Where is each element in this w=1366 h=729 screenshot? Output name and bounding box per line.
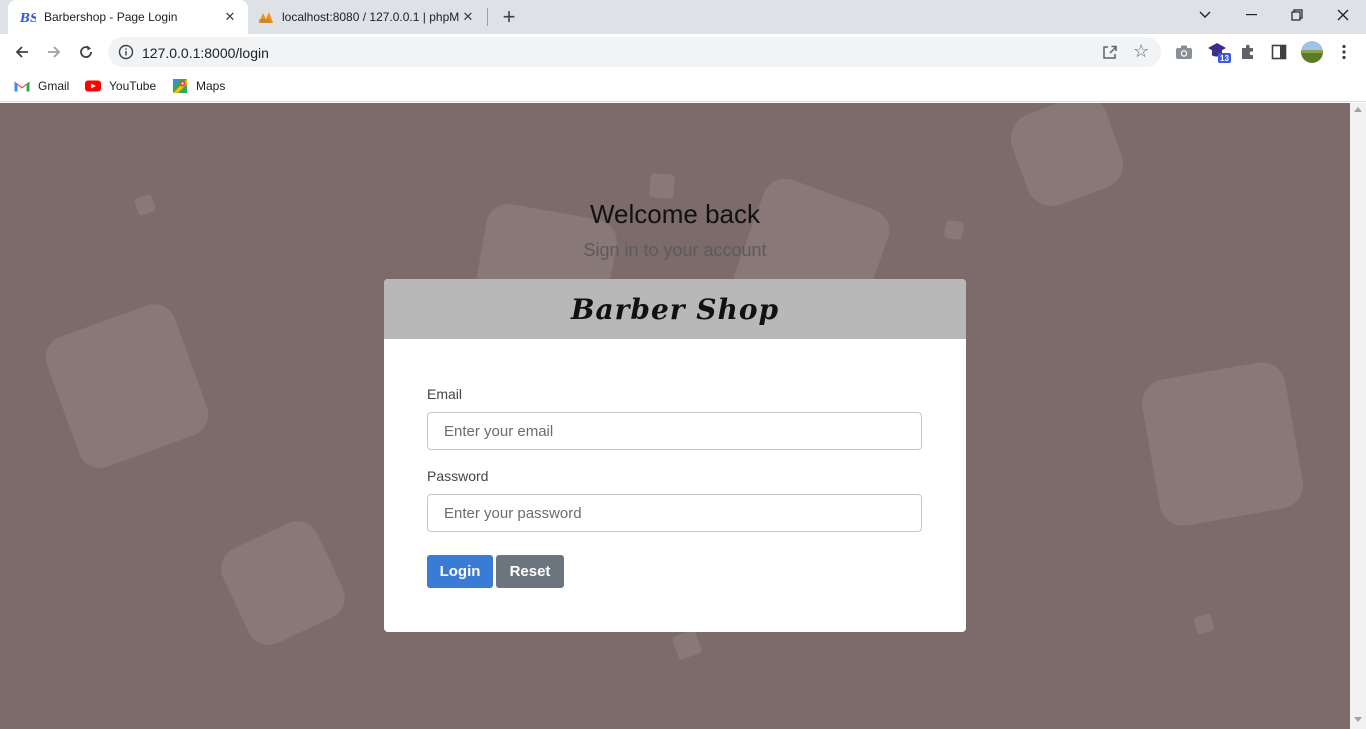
decorative-square <box>648 172 676 200</box>
card-header: Barber Shop <box>384 279 966 339</box>
bookmark-star-icon[interactable]: ☆ <box>1133 41 1149 61</box>
tab-strip: BS Barbershop - Page Login ✕ PMA localho… <box>0 0 1366 34</box>
bookmark-label: YouTube <box>109 79 157 93</box>
brand-logo-text: Barber Shop <box>570 292 780 326</box>
decorative-square <box>39 297 215 475</box>
extension-badge-count: 13 <box>1220 54 1229 63</box>
page-title: Welcome back <box>589 199 761 229</box>
bookmark-label: Maps <box>196 79 226 93</box>
tab-title: Barbershop - Page Login <box>44 10 178 24</box>
login-page: Welcome back Sign in to your account Bar… <box>0 103 1350 729</box>
login-card: Barber Shop Email Password Login Reset <box>384 279 966 632</box>
bookmark-label: Gmail <box>38 79 70 93</box>
tab-title: localhost:8080 / 127.0.0.1 | phpM <box>282 10 460 24</box>
maps-icon <box>172 78 188 94</box>
tab-barbershop[interactable]: BS Barbershop - Page Login ✕ <box>8 0 248 34</box>
restore-icon[interactable] <box>1274 0 1320 30</box>
url-text: 127.0.0.1:8000/login <box>142 45 269 61</box>
svg-text:BS: BS <box>20 11 36 24</box>
forward-icon[interactable] <box>39 37 69 67</box>
password-label: Password <box>427 468 489 484</box>
bookmark-youtube[interactable]: YouTube <box>85 76 156 96</box>
decorative-square <box>1192 612 1216 636</box>
bookmark-gmail[interactable]: Gmail <box>14 76 69 96</box>
browser-toolbar: 127.0.0.1:8000/login ☆ 13 <box>0 34 1366 70</box>
new-tab-button[interactable]: + <box>497 4 521 29</box>
gmail-icon <box>14 78 30 94</box>
login-button[interactable]: Login <box>427 555 493 588</box>
scroll-down-icon[interactable] <box>1354 717 1362 722</box>
menu-kebab-icon[interactable] <box>1334 42 1354 62</box>
decorative-square <box>213 513 353 653</box>
share-icon[interactable] <box>1101 43 1119 61</box>
reload-icon[interactable] <box>71 37 101 67</box>
scroll-up-icon[interactable] <box>1354 107 1362 112</box>
minimize-icon[interactable] <box>1228 0 1274 30</box>
close-window-icon[interactable] <box>1320 0 1366 30</box>
camera-icon[interactable] <box>1174 42 1194 62</box>
close-tab-icon[interactable]: ✕ <box>460 9 476 25</box>
close-tab-icon[interactable]: ✕ <box>222 9 238 25</box>
decorative-square <box>1138 358 1307 530</box>
email-label: Email <box>427 386 463 402</box>
page-subtitle: Sign in to your account <box>583 240 767 260</box>
tab-separator <box>487 8 488 26</box>
tab-phpmyadmin[interactable]: PMA localhost:8080 / 127.0.0.1 | phpM ✕ <box>250 0 486 34</box>
extension-badge-icon[interactable]: 13 <box>1207 42 1231 63</box>
phpmyadmin-icon: PMA <box>258 9 274 25</box>
email-field[interactable] <box>427 412 922 450</box>
side-panel-icon[interactable] <box>1269 42 1289 62</box>
tab-search-icon[interactable] <box>1182 0 1228 30</box>
decorative-square <box>133 193 157 217</box>
site-info-icon[interactable] <box>118 44 134 60</box>
password-field[interactable] <box>427 494 922 532</box>
back-icon[interactable] <box>7 37 37 67</box>
reset-button[interactable]: Reset <box>496 555 564 588</box>
youtube-icon <box>85 78 101 94</box>
svg-text:PMA: PMA <box>259 19 270 24</box>
decorative-square <box>671 629 703 661</box>
profile-avatar[interactable] <box>1300 40 1324 64</box>
decorative-square <box>1003 103 1131 214</box>
bs-logo-icon: BS <box>20 9 36 25</box>
bookmark-maps[interactable]: Maps <box>172 76 225 96</box>
address-bar[interactable]: 127.0.0.1:8000/login ☆ <box>108 37 1161 67</box>
bookmarks-bar: Gmail YouTube Maps <box>0 70 1366 102</box>
page-scrollbar[interactable] <box>1350 103 1366 729</box>
extensions-puzzle-icon[interactable] <box>1238 42 1258 62</box>
